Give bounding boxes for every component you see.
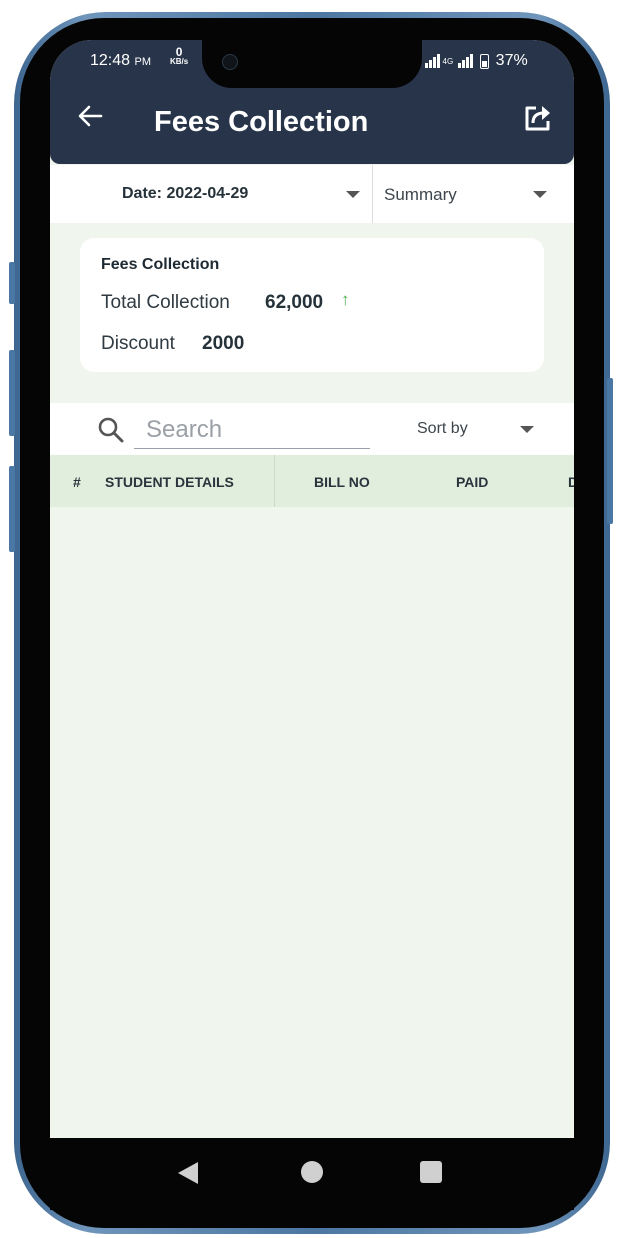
share-export-icon[interactable] [522, 102, 554, 134]
system-nav-bar [50, 1138, 574, 1210]
app-bar: 12:48 PM 0 KB/s 4G 37% Fees Collection [50, 40, 574, 164]
status-time-suffix: PM [134, 56, 152, 68]
arrow-left-icon[interactable] [76, 102, 104, 130]
chevron-down-icon [346, 191, 360, 198]
square-recents-icon[interactable] [420, 1161, 442, 1183]
signal-icon-2 [458, 54, 473, 68]
total-collection-value: 62,000 [265, 292, 324, 313]
page-title: Fees Collection [154, 106, 369, 138]
triangle-back-icon[interactable] [178, 1162, 198, 1184]
date-dropdown[interactable]: Date: 2022-04-29 [50, 165, 372, 223]
sort-dropdown-label: Sort by [417, 420, 468, 437]
side-button-right [607, 378, 613, 524]
side-button-left-3 [9, 466, 15, 552]
side-button-left-2 [9, 350, 15, 436]
column-header-paid[interactable]: PAID [456, 474, 488, 490]
filter-bar: Date: 2022-04-29 Summary [50, 165, 574, 223]
chevron-down-icon [533, 191, 547, 198]
discount-value: 2000 [202, 333, 245, 354]
table-header: # STUDENT DETAILS BILL NO PAID D [50, 455, 574, 507]
battery-level: 37% [495, 52, 528, 69]
column-header-index[interactable]: # [73, 474, 81, 490]
discount-label: Discount [101, 333, 175, 354]
column-header-bill-no[interactable]: BILL NO [314, 474, 370, 490]
search-input[interactable] [134, 411, 370, 449]
side-button-left-1 [9, 262, 15, 304]
net-speed-value: 0 [175, 45, 183, 59]
total-collection-label: Total Collection [101, 292, 230, 313]
front-camera [222, 54, 238, 70]
trend-up-icon: ↑ [341, 290, 350, 309]
status-icons: 4G 37% [425, 52, 528, 70]
battery-icon [479, 53, 489, 69]
network-type: 4G [442, 56, 454, 66]
column-header-discount[interactable]: D [568, 474, 574, 490]
sort-dropdown[interactable]: Sort by [380, 403, 574, 455]
status-time-value: 12:48 [90, 52, 131, 69]
signal-icon [425, 54, 440, 68]
status-time: 12:48 PM [90, 52, 151, 70]
chevron-down-icon [520, 426, 534, 433]
view-dropdown-label: Summary [384, 185, 457, 204]
column-divider [274, 455, 275, 507]
net-speed-unit: KB/s [170, 57, 189, 66]
view-dropdown[interactable]: Summary [373, 165, 574, 223]
net-speed: 0 KB/s [170, 45, 189, 66]
summary-card: Fees Collection Total Collection 62,000 … [80, 238, 544, 372]
app-screen: 12:48 PM 0 KB/s 4G 37% Fees Collection D… [50, 40, 574, 1138]
date-dropdown-label: Date: 2022-04-29 [122, 185, 249, 202]
search-icon [98, 417, 124, 443]
circle-home-icon[interactable] [301, 1161, 323, 1183]
column-header-student-details[interactable]: STUDENT DETAILS [105, 474, 234, 490]
search-bar: Sort by [50, 403, 574, 455]
table-body [50, 507, 574, 1138]
summary-card-title: Fees Collection [101, 256, 220, 273]
